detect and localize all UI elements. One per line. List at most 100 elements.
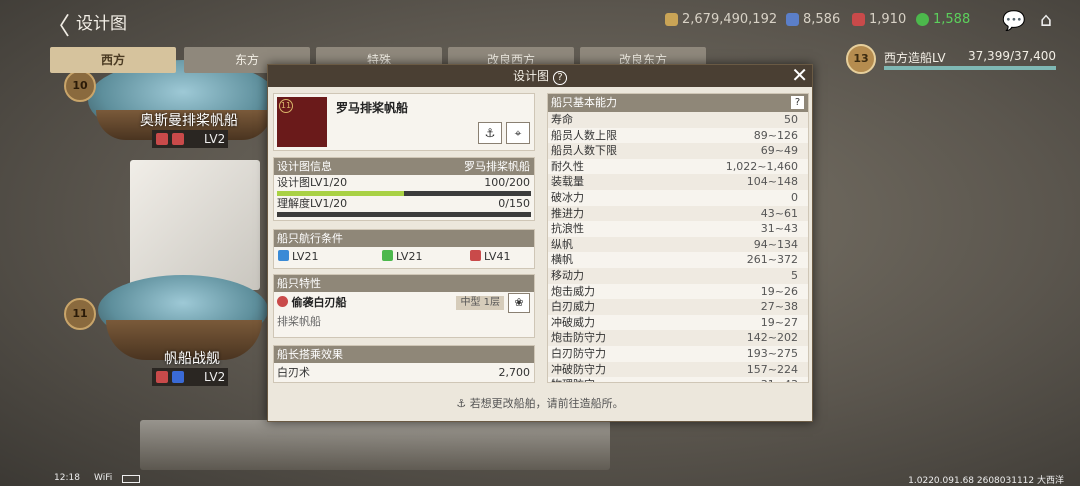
ship-card: 11 罗马排桨帆船 ⚓ ⌖	[273, 93, 535, 151]
stat-label: 炮击威力	[551, 284, 595, 298]
condition-trade-level: LV21	[396, 250, 423, 263]
shipyard-icon: ⚓	[456, 397, 467, 410]
stat-label: 船员人数下限	[551, 144, 617, 158]
trait-detail-button[interactable]: ❀	[508, 293, 530, 313]
shipyard-level-badge: 13	[846, 44, 876, 74]
blade-icon	[172, 133, 184, 145]
sailing-conditions-header: 船只航行条件	[274, 230, 534, 247]
condition-adventure: LV21	[278, 247, 318, 267]
ship-sails	[130, 160, 260, 290]
cannon-icon	[156, 371, 168, 383]
stats-help-icon[interactable]: ?	[791, 96, 804, 109]
stat-value: 19~27	[760, 315, 798, 329]
stat-row: 抗浪性 31~43	[548, 221, 808, 237]
stat-row: 移动力 5	[548, 267, 808, 284]
stat-row: 炮击防守力 142~202	[548, 330, 808, 346]
condition-battle-level: LV41	[484, 250, 511, 263]
trait-name: 偷袭白刃船	[291, 296, 347, 309]
stat-value: 0	[791, 190, 798, 204]
captain-effect-header: 船长搭乘效果	[274, 346, 534, 363]
captain-skill: 白刃术	[277, 366, 310, 379]
ship-level-2: LV2	[152, 368, 228, 386]
stat-row: 白刃威力 27~38	[548, 299, 808, 315]
close-button[interactable]: ✕	[791, 64, 808, 86]
captain-skill-value: 2,700	[498, 366, 531, 379]
home-icon[interactable]: ⌂	[1040, 9, 1052, 31]
location-button[interactable]: ⌖	[506, 122, 530, 144]
stat-row: 炮击威力 19~26	[548, 284, 808, 300]
ship-stats-title: 船只基本能力	[551, 96, 617, 109]
ship-stats-header: 船只基本能力 ?	[548, 94, 808, 112]
shipyard-level: 13 西方造船LV 37,399/37,400	[846, 44, 1062, 74]
stat-label: 装载量	[551, 175, 584, 189]
ship-badge-1: 10	[64, 70, 96, 102]
blueprint-level-value: 100/200	[484, 176, 530, 189]
stat-row: 推进力 43~61	[548, 205, 808, 222]
battery-icon	[122, 475, 140, 483]
stat-label: 移动力	[551, 268, 584, 282]
stat-value: 94~134	[753, 237, 798, 251]
stat-label: 白刃威力	[551, 300, 595, 314]
stat-label: 推进力	[551, 206, 584, 220]
stat-label: 物理防守	[551, 378, 595, 382]
back-button[interactable]: 〈	[46, 6, 70, 41]
stat-row: 冲破威力 19~27	[548, 315, 808, 331]
coin-value: 2,679,490,192	[682, 12, 778, 27]
red-gem-counter: 1,910	[852, 12, 906, 27]
stat-value: 50	[784, 113, 798, 126]
ship-level-1: LV2	[152, 130, 228, 148]
stat-value: 1,022~1,460	[725, 159, 798, 173]
stat-value: 31~43	[761, 377, 798, 382]
green-gem-value: 1,588	[933, 12, 971, 27]
stat-label: 耐久性	[551, 159, 584, 173]
blueprint-level-label: 设计图LV1/20	[277, 176, 348, 189]
captain-button[interactable]: ⚓	[478, 122, 502, 144]
cannon-icon	[156, 133, 168, 145]
blue-gem-value: 8,586	[803, 12, 841, 27]
chat-icon[interactable]: 💬	[1002, 9, 1026, 32]
trait-size-tag: 中型 1层	[456, 296, 504, 310]
fleet-sails	[140, 420, 610, 470]
ship-traits: 船只特性 偷袭白刃船 中型 1层 ❀ 排桨帆船	[273, 274, 535, 338]
ship-badge-2: 11	[64, 298, 96, 330]
stat-value: 104~148	[746, 175, 798, 189]
stat-row: 耐久性 1,022~1,460	[548, 159, 808, 175]
tab-west[interactable]: 西方	[50, 47, 176, 73]
blueprint-level-row: 设计图LV1/20 100/200	[274, 175, 534, 191]
help-icon[interactable]: ?	[553, 71, 567, 85]
ship-lv-text: LV2	[204, 370, 226, 384]
trade-icon	[382, 250, 393, 261]
stat-value: 5	[791, 268, 798, 282]
stat-value: 43~61	[760, 206, 798, 220]
stat-label: 寿命	[551, 113, 573, 126]
stat-row: 船员人数下限 69~49	[548, 143, 808, 159]
stat-label: 白刃防守力	[551, 346, 606, 360]
ship-type-row: 排桨帆船	[274, 314, 534, 330]
stat-value: 89~126	[753, 128, 798, 142]
stat-label: 冲破防守力	[551, 362, 606, 376]
shipyard-progress-bar	[884, 66, 1056, 70]
stat-value: 27~38	[760, 300, 798, 314]
conditions-row: LV21 LV21 LV41	[274, 247, 534, 267]
green-gem-icon	[916, 13, 929, 26]
condition-battle: LV41	[470, 247, 510, 267]
top-bar: 〈 设计图 2,679,490,192 8,586 1,910 1,588 💬 …	[0, 0, 1080, 40]
wifi-status: WiFi	[94, 473, 113, 483]
coin-icon	[665, 13, 678, 26]
stat-row: 纵帆 94~134	[548, 236, 808, 253]
blue-gem-counter: 8,586	[786, 12, 840, 27]
stat-row: 船员人数上限 89~126	[548, 128, 808, 144]
stat-row: 装载量 104~148	[548, 174, 808, 190]
dialog-footer-text: 若想更改船舶，请前往造船所。	[469, 397, 624, 410]
ship-level-badge: 11	[279, 99, 293, 113]
ship-stats[interactable]: 船只基本能力 ? 寿命 50 船员人数上限 89~126 船员人数下限 69~49 耐久性 1…	[547, 93, 809, 383]
condition-adventure-level: LV21	[292, 250, 319, 263]
understanding-row: 理解度LV1/20 0/150	[274, 196, 534, 212]
blue-gem-icon	[786, 13, 799, 26]
stat-row: 冲破防守力 157~224	[548, 361, 808, 378]
stat-value: 142~202	[746, 331, 798, 345]
stat-value: 157~224	[746, 362, 798, 376]
stat-value: 69~49	[760, 144, 798, 158]
blueprint-info: 设计图信息 罗马排桨帆船 设计图LV1/20 100/200 理解度LV1/20…	[273, 157, 535, 221]
green-gem-counter: 1,588	[916, 12, 970, 27]
